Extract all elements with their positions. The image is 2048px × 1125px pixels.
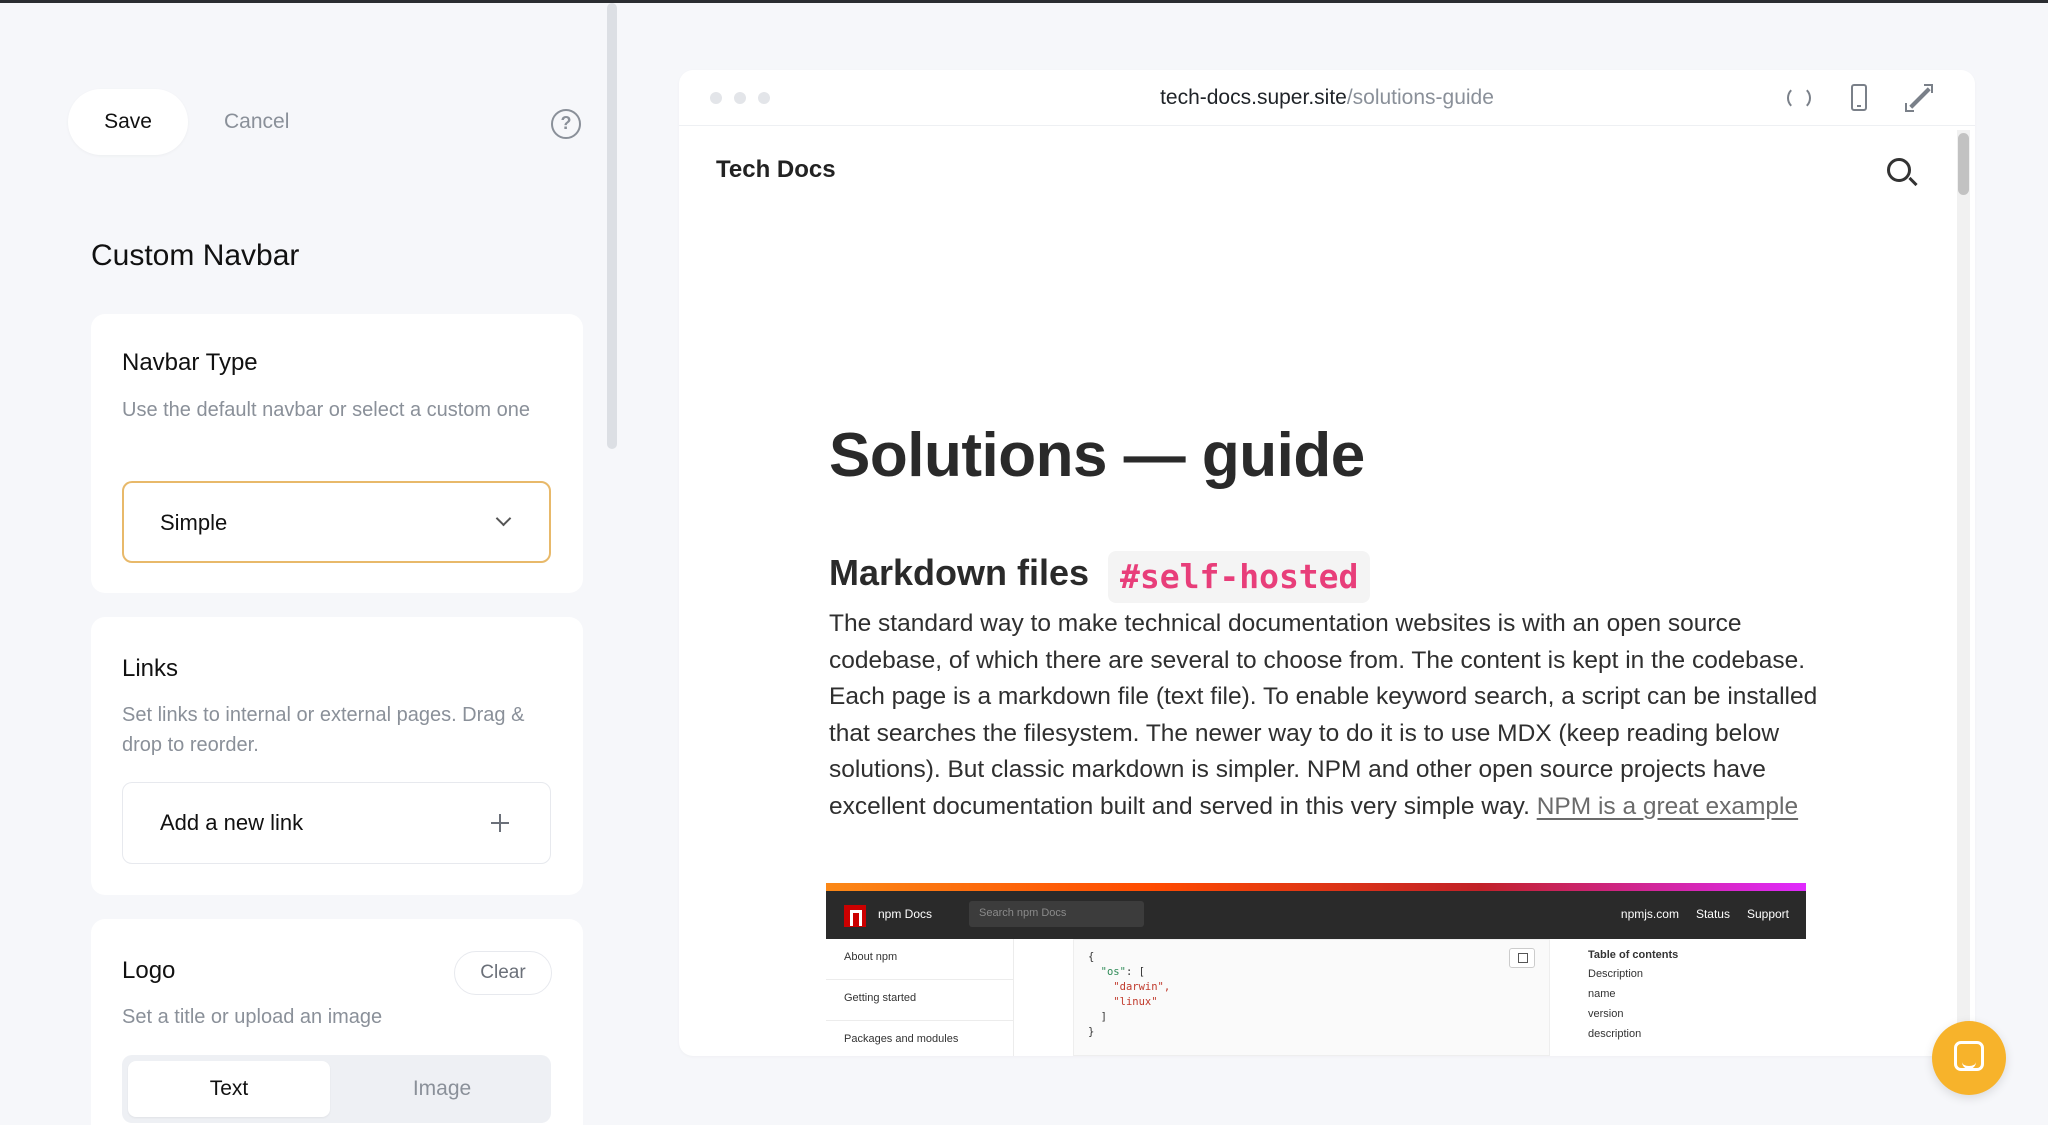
- logo-image-option[interactable]: Image: [341, 1061, 543, 1117]
- npm-nav-links: npmjs.com Status Support: [1620, 907, 1789, 921]
- section-heading: Markdown files: [829, 552, 1090, 593]
- preview-url: tech-docs.super.site/solutions-guide: [679, 86, 1975, 110]
- navbar-type-card: Navbar Type Use the default navbar or se…: [91, 314, 583, 593]
- npm-docs-screenshot: npm Docs Search npm Docs npmjs.com Status…: [826, 883, 1806, 1056]
- npm-search: Search npm Docs: [969, 901, 1144, 927]
- links-title: Links: [122, 655, 179, 682]
- browser-bar: tech-docs.super.site/solutions-guide: [679, 70, 1975, 126]
- navbar-type-title: Navbar Type: [122, 349, 258, 376]
- links-card: Links Set links to internal or external …: [91, 617, 583, 895]
- npm-sidebar-item: Packages and modules: [826, 1021, 1013, 1056]
- expand-icon[interactable]: [1905, 84, 1933, 112]
- clear-logo-button[interactable]: Clear: [454, 951, 552, 995]
- chat-launcher-button[interactable]: [1932, 1021, 2006, 1095]
- url-path: /solutions-guide: [1346, 86, 1494, 109]
- navbar-type-description: Use the default navbar or select a custo…: [122, 399, 531, 421]
- preview-scrollbar-track: [1957, 130, 1970, 1056]
- article-paragraph: The standard way to make technical docum…: [829, 606, 1819, 825]
- mobile-icon[interactable]: [1851, 84, 1867, 111]
- npm-code-block: { "os": [ "darwin", "linux" ] }: [1073, 939, 1550, 1056]
- help-icon[interactable]: ?: [551, 109, 581, 139]
- preview-scrollbar-thumb[interactable]: [1958, 133, 1969, 195]
- npm-sidebar-item: About npm: [826, 939, 1013, 980]
- npm-toc: Table of contents Description name versi…: [1588, 949, 1679, 1040]
- copy-icon: [1509, 948, 1535, 968]
- npm-gradient-bar: [826, 883, 1806, 891]
- article-title: Solutions — guide: [829, 421, 1365, 490]
- npm-logo-icon: [844, 905, 866, 927]
- inline-code-tag: #self-hosted: [1108, 551, 1371, 603]
- cancel-button[interactable]: Cancel: [210, 89, 303, 155]
- npm-sidebar: About npm Getting started Packages and m…: [826, 939, 1014, 1056]
- url-host: tech-docs.super.site: [1160, 86, 1347, 109]
- panel-title: Custom Navbar: [91, 239, 300, 272]
- npm-example-link[interactable]: NPM is a great example: [1537, 793, 1798, 820]
- logo-title: Logo: [122, 957, 176, 984]
- plus-icon: [490, 813, 510, 833]
- logo-card: Logo Clear Set a title or upload an imag…: [91, 919, 583, 1125]
- site-title[interactable]: Tech Docs: [716, 156, 836, 184]
- npm-navbar: npm Docs Search npm Docs npmjs.com Status…: [826, 891, 1806, 939]
- paragraph-text: The standard way to make technical docum…: [829, 610, 1818, 820]
- logo-description: Set a title or upload an image: [122, 1006, 383, 1028]
- save-button[interactable]: Save: [68, 89, 188, 155]
- npm-brand: npm Docs: [878, 907, 933, 921]
- refresh-icon[interactable]: [1787, 86, 1811, 110]
- settings-panel: Save Cancel ? Custom Navbar Navbar Type …: [0, 3, 600, 1125]
- panel-scrollbar[interactable]: [607, 3, 617, 449]
- chevron-down-icon: [495, 510, 512, 527]
- add-link-button[interactable]: Add a new link: [122, 782, 551, 864]
- navbar-type-select[interactable]: Simple: [122, 481, 551, 563]
- page-scrollbar[interactable]: [2036, 3, 2048, 1125]
- preview-browser: tech-docs.super.site/solutions-guide Tec…: [679, 70, 1975, 1056]
- search-icon[interactable]: [1887, 158, 1911, 182]
- logo-text-option[interactable]: Text: [128, 1061, 330, 1117]
- navbar-type-value: Simple: [160, 510, 228, 535]
- links-description: Set links to internal or external pages.…: [122, 704, 525, 756]
- add-link-label: Add a new link: [160, 810, 304, 835]
- chat-icon: [1954, 1041, 1984, 1071]
- npm-sidebar-item: Getting started: [826, 980, 1013, 1021]
- logo-type-toggle: Text Image: [122, 1055, 551, 1123]
